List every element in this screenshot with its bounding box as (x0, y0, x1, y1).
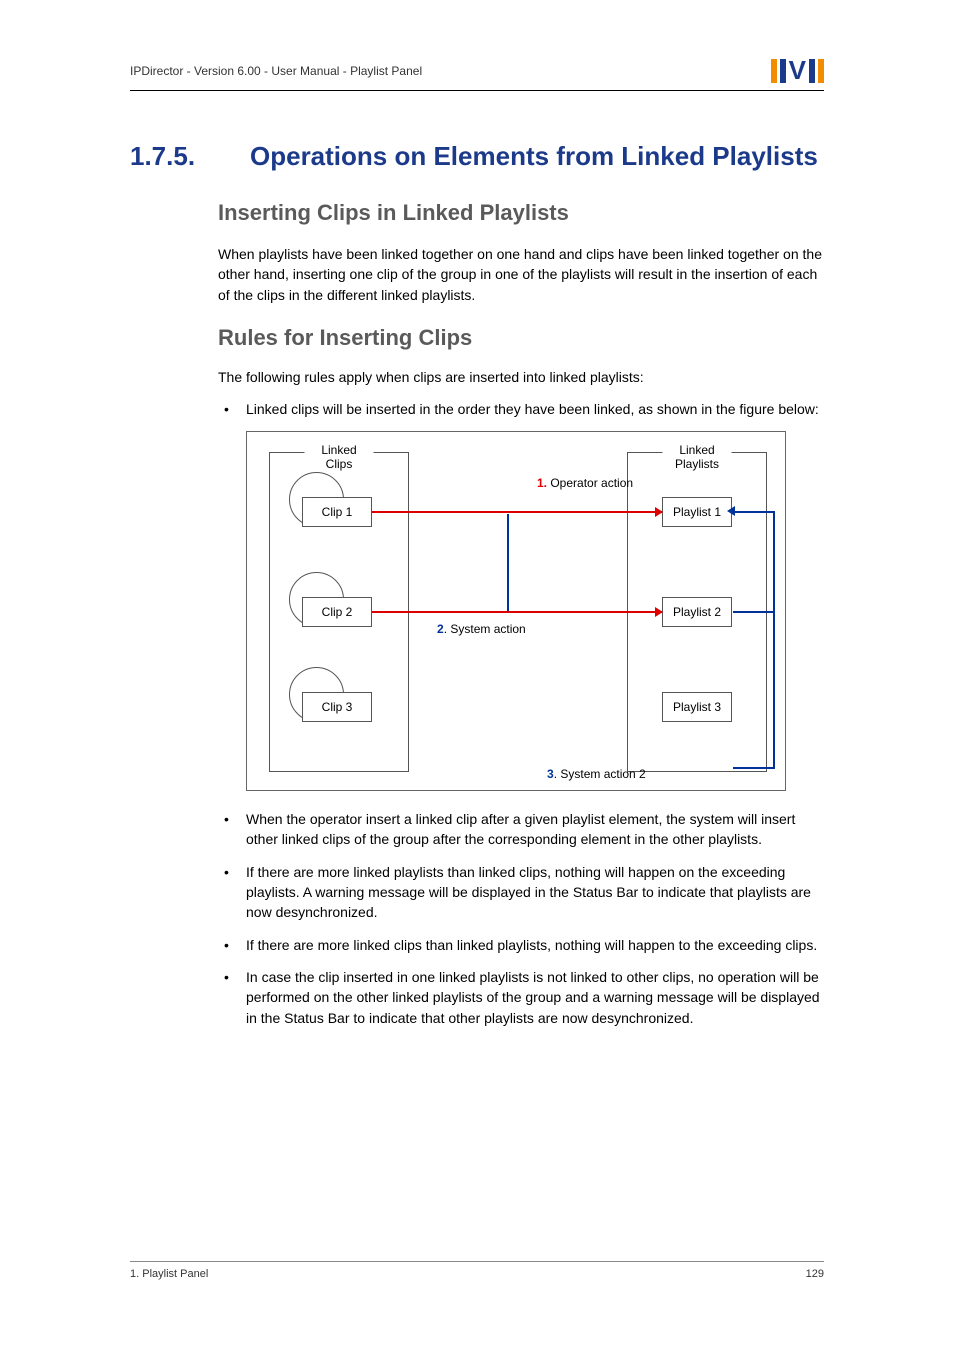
playlist2-node: Playlist 2 (662, 597, 732, 627)
linked-diagram: Linked Clips Linked Playlists Clip 1 Cli… (246, 431, 786, 791)
system-arrow-1 (372, 611, 662, 613)
logo-bar-orange-2 (818, 59, 824, 83)
playlist3-node: Playlist 3 (662, 692, 732, 722)
operator-arrow (372, 511, 662, 513)
caption-operator: 1. Operator action (537, 476, 633, 490)
bullet-rule-4: In case the clip inserted in one linked … (218, 967, 824, 1028)
footer-left: 1. Playlist Panel (130, 1268, 208, 1280)
feedback-line-2 (733, 611, 775, 613)
bullet-figure-intro: Linked clips will be inserted in the ord… (218, 399, 824, 419)
caption-system1: 2. System action (437, 622, 526, 636)
clip1-node: Clip 1 (302, 497, 372, 527)
subheading-rules: Rules for Inserting Clips (218, 325, 824, 351)
linked-clips-label: Linked Clips (305, 443, 374, 471)
logo-bar-blue-2 (809, 59, 815, 83)
evs-logo: V (771, 55, 824, 86)
header-text: IPDirector - Version 6.00 - User Manual … (130, 64, 422, 78)
bullet-rule-3: If there are more linked clips than link… (218, 935, 824, 955)
feedback-arrowhead (727, 506, 735, 516)
footer-page-number: 129 (806, 1268, 824, 1280)
clip2-node: Clip 2 (302, 597, 372, 627)
bullet-rule-2: If there are more linked playlists than … (218, 862, 824, 923)
paragraph-intro: When playlists have been linked together… (218, 244, 824, 305)
section-title: Operations on Elements from Linked Playl… (250, 141, 818, 172)
caption-system2: 3. System action 2 (547, 767, 646, 781)
system-branch-line (507, 514, 509, 612)
feedback-line-1 (733, 511, 775, 513)
page-header: IPDirector - Version 6.00 - User Manual … (130, 55, 824, 91)
logo-bar-blue-1 (780, 59, 786, 83)
playlist1-node: Playlist 1 (662, 497, 732, 527)
rules-intro: The following rules apply when clips are… (218, 369, 824, 385)
logo-v: V (789, 55, 806, 86)
bullet-rule-1: When the operator insert a linked clip a… (218, 809, 824, 850)
diagram-container: Linked Clips Linked Playlists Clip 1 Cli… (218, 431, 824, 791)
feedback-line-3 (733, 767, 775, 769)
section-number: 1.7.5. (130, 141, 210, 172)
logo-bar-orange (771, 59, 777, 83)
subheading-inserting: Inserting Clips in Linked Playlists (218, 200, 824, 226)
page-footer: 1. Playlist Panel 129 (130, 1261, 824, 1280)
section-heading: 1.7.5. Operations on Elements from Linke… (130, 141, 824, 172)
linked-playlists-label: Linked Playlists (663, 443, 732, 471)
feedback-side-line (773, 511, 775, 769)
clip3-node: Clip 3 (302, 692, 372, 722)
